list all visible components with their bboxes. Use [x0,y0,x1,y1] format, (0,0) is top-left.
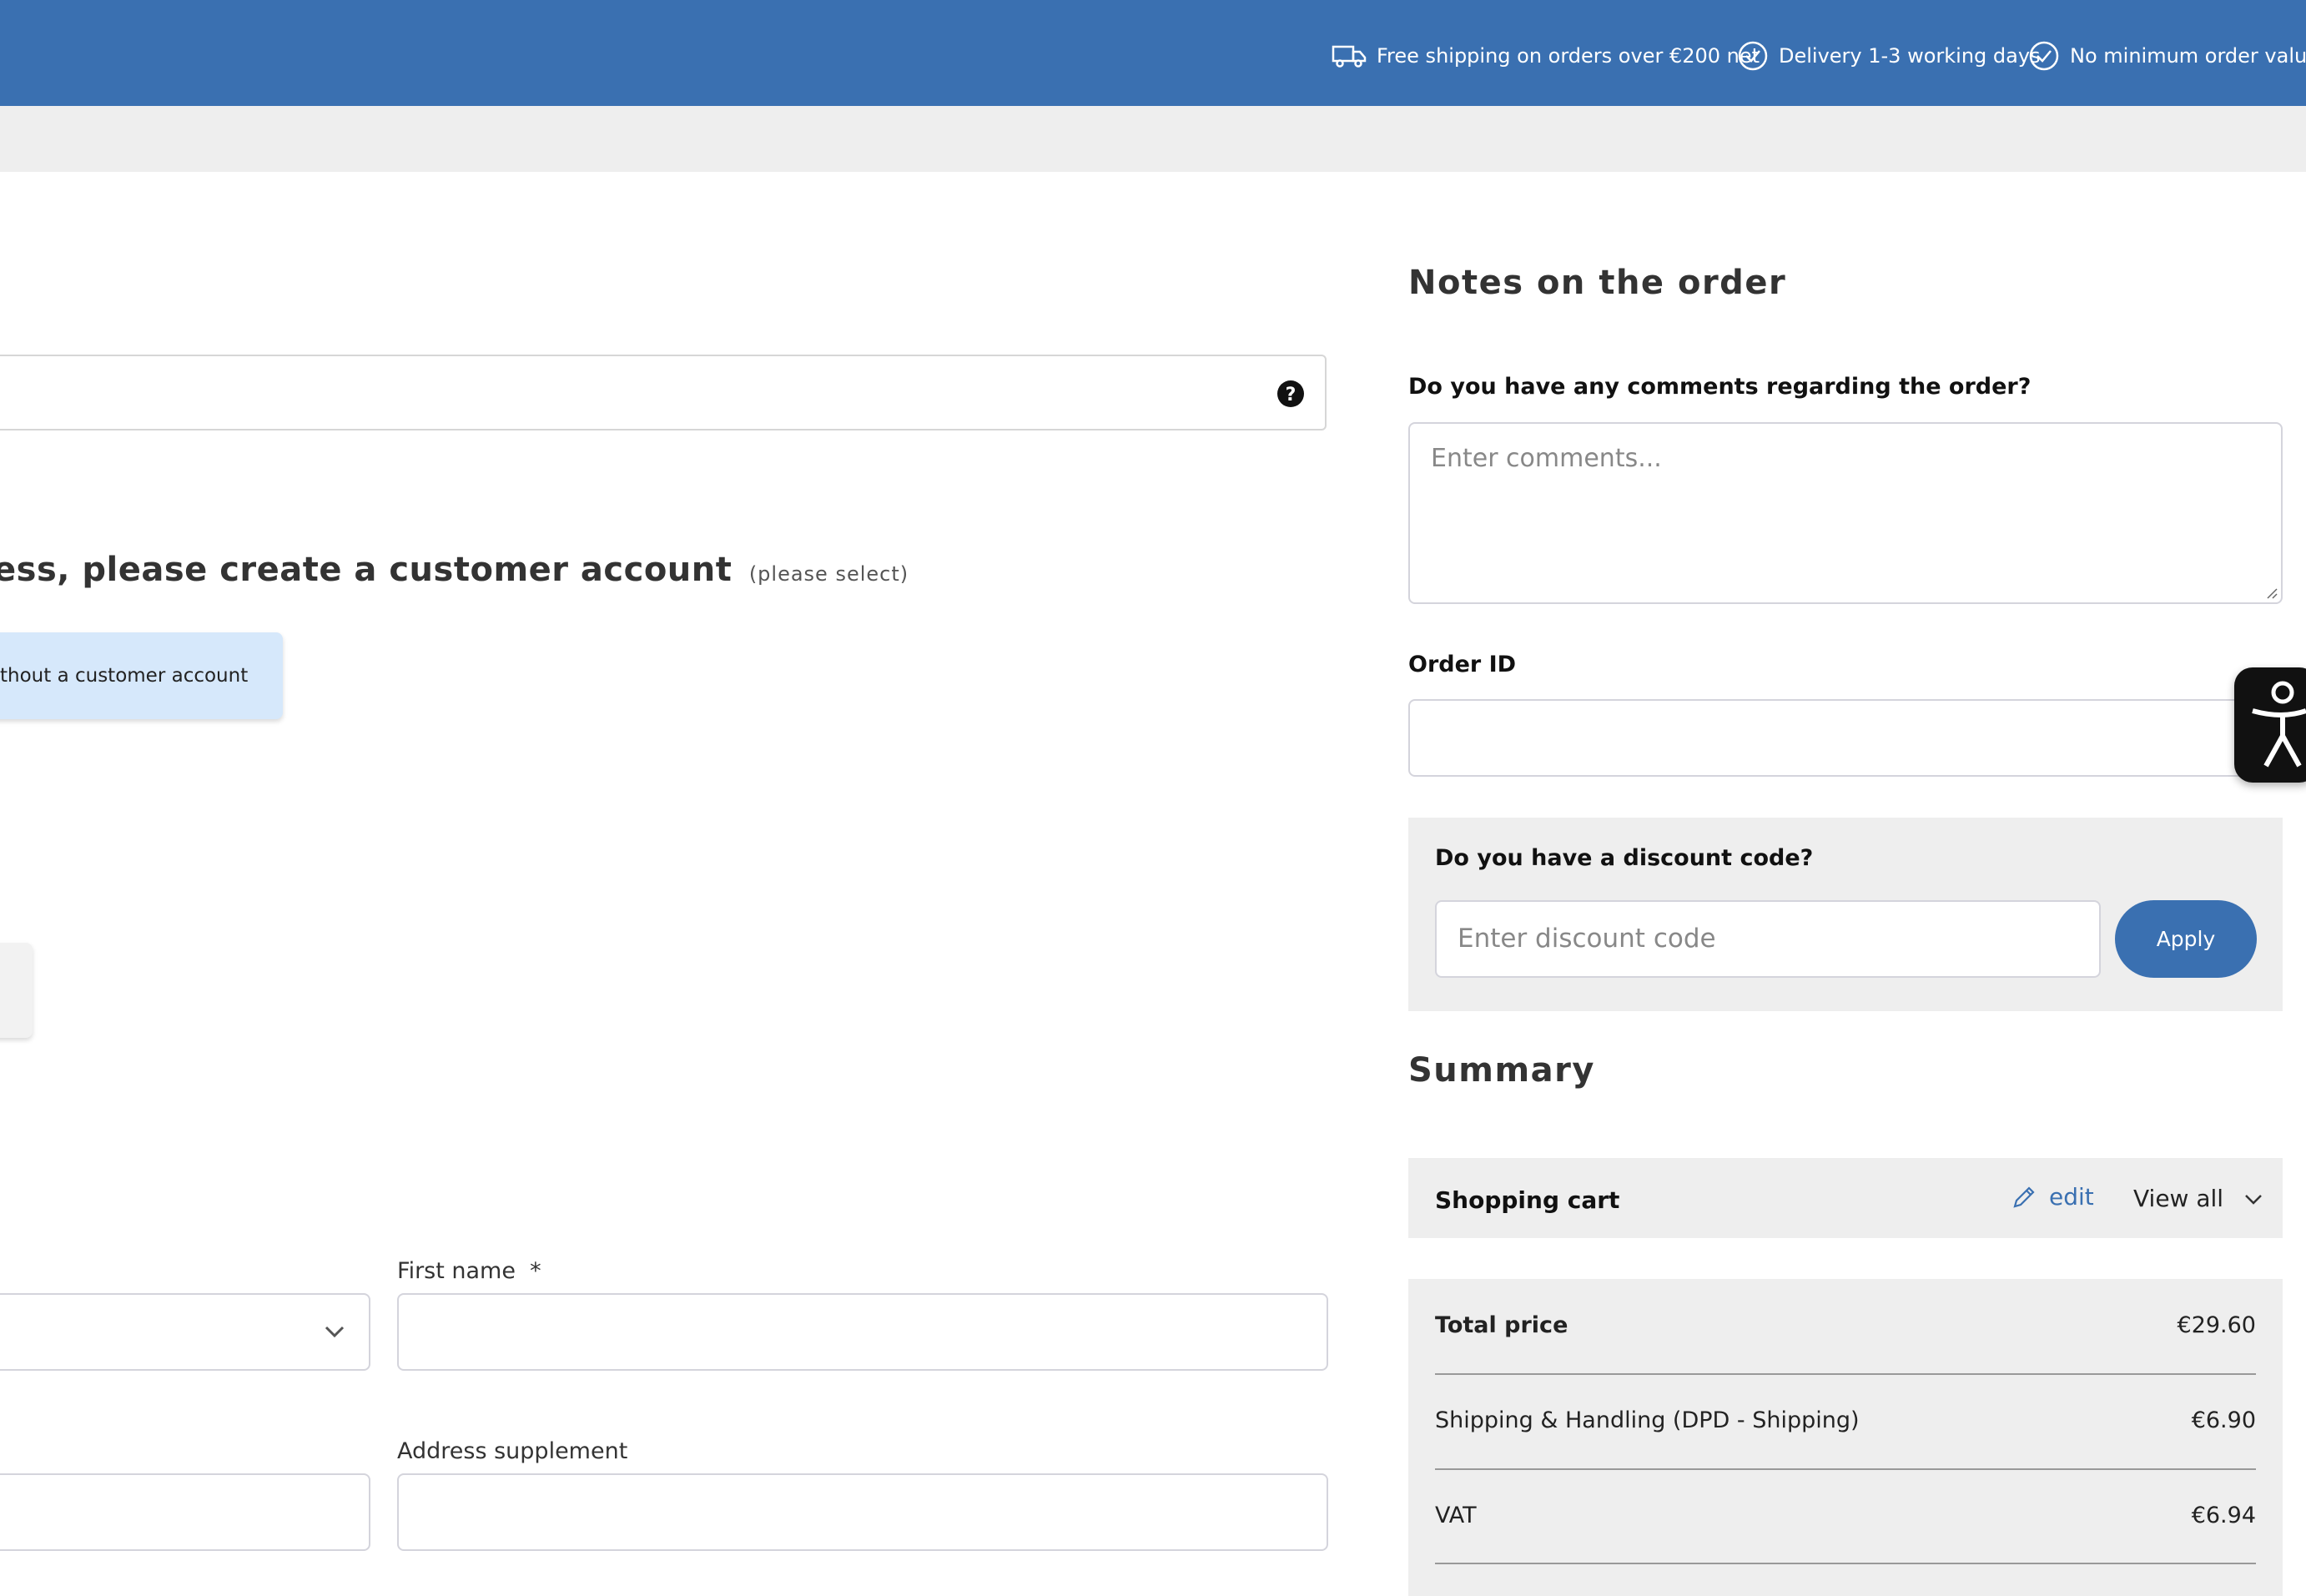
salutation-select[interactable] [0,1293,370,1371]
check-circle-icon [1738,41,1768,70]
order-id-label: Order ID [1408,652,1517,677]
usp-delivery: Delivery 1-3 working days [1737,0,2041,111]
address-supplement-label: Address supplement [397,1438,628,1464]
resize-handle-icon[interactable] [2264,586,2278,599]
option-card[interactable] [0,943,33,1038]
svg-text:?: ? [1286,385,1296,405]
chevron-down-icon [2245,1194,2262,1205]
discount-code-input[interactable]: Enter discount code [1435,900,2101,978]
address-supplement-input[interactable] [397,1473,1328,1551]
view-all-toggle[interactable]: View all [2133,1185,2265,1212]
truck-icon [1332,45,1367,68]
summary-divider [1435,1563,2256,1564]
notes-heading: Notes on the order [1408,264,1787,302]
required-marker: * [530,1258,541,1284]
street-input[interactable] [0,1473,370,1551]
account-section-title: ess, please create a customer account (p… [0,551,909,589]
edit-cart-link[interactable]: edit [2011,1183,2094,1211]
discount-label: Do you have a discount code? [1435,845,1814,871]
usp-text: No minimum order value [2070,43,2306,68]
comments-placeholder: Enter comments... [1431,444,1662,473]
summary-divider [1435,1468,2256,1470]
usp-text: Delivery 1-3 working days [1779,43,2041,68]
usp-min-order: No minimum order value [2028,0,2306,111]
account-hint: (please select) [748,562,909,586]
summary-row-vat: VAT €6.94 [1435,1503,2256,1528]
accessibility-icon [2252,681,2306,768]
first-name-input[interactable] [397,1293,1328,1371]
comments-textarea[interactable]: Enter comments... [1408,422,2283,604]
guest-checkout-option[interactable]: thout a customer account [0,632,283,719]
first-name-label: First name * [397,1258,541,1284]
apply-discount-button[interactable]: Apply [2115,900,2257,978]
summary-row-shipping: Shipping & Handling (DPD - Shipping) €6.… [1435,1407,2256,1433]
order-id-input[interactable] [1408,699,2306,777]
usp-text: Free shipping on orders over €200 net [1377,43,1760,68]
accessibility-button[interactable] [2234,667,2306,783]
check-circle-icon [2029,41,2059,70]
cart-title: Shopping cart [1435,1186,1620,1214]
summary-divider [1435,1373,2256,1375]
chevron-down-icon [325,1326,345,1338]
pencil-icon [2013,1186,2035,1208]
discount-placeholder: Enter discount code [1458,924,1716,954]
comments-label: Do you have any comments regarding the o… [1408,374,2032,400]
email-field[interactable] [0,355,1327,430]
help-icon[interactable]: ? [1276,380,1305,408]
usp-free-shipping: Free shipping on orders over €200 net [1332,0,1760,111]
breadcrumb-bar [0,106,2306,172]
summary-heading: Summary [1408,1051,1595,1090]
summary-row-total: Total price €29.60 [1435,1312,2256,1338]
